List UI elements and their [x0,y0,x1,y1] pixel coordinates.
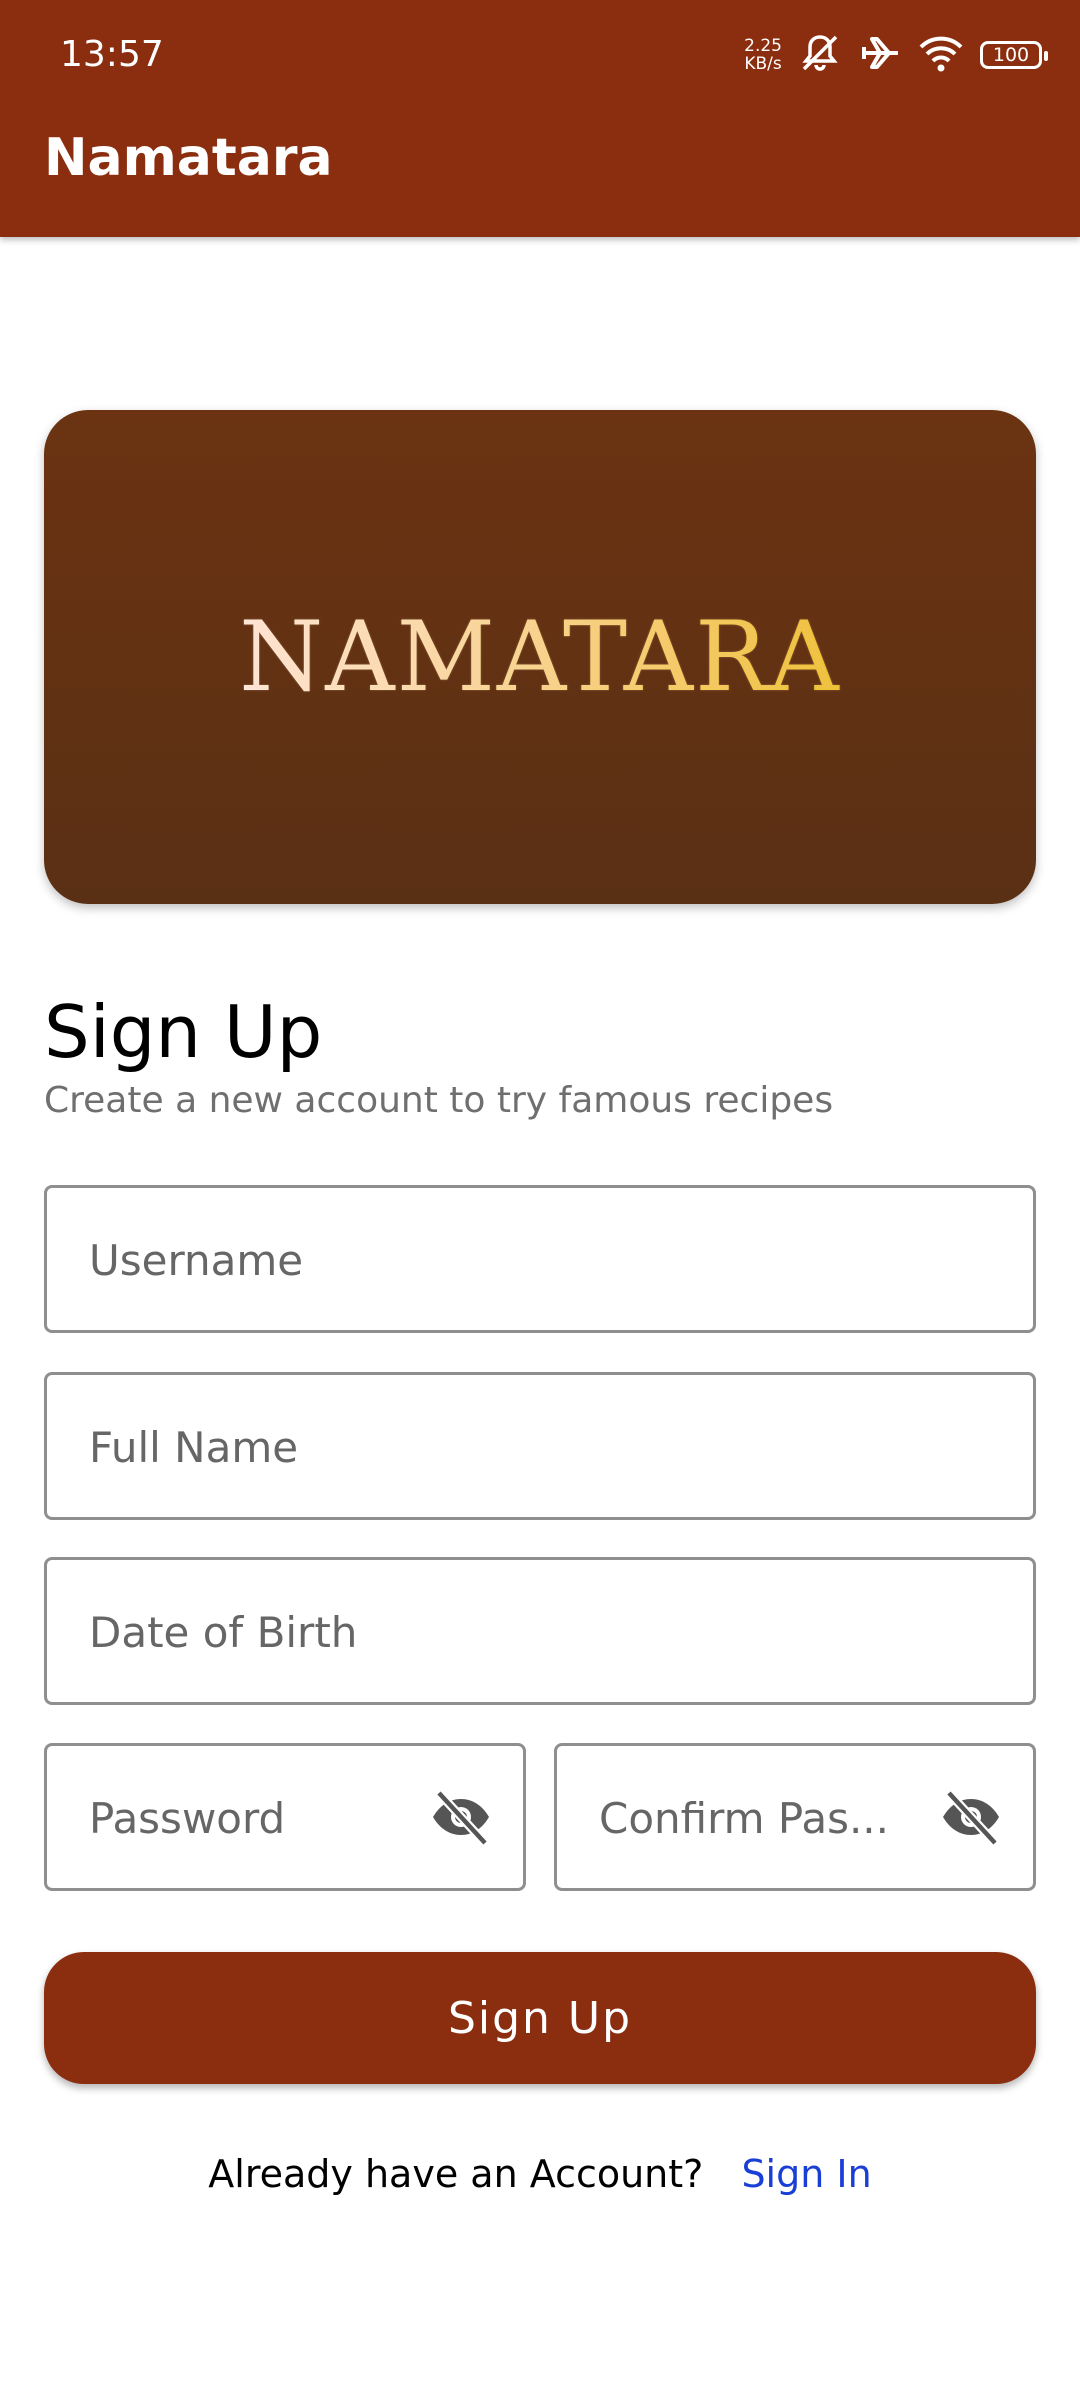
battery-icon: 100 [980,41,1048,69]
username-input[interactable] [87,1188,991,1332]
password-input[interactable] [87,1746,421,1890]
signin-question: Already have an Account? [208,2152,704,2196]
confirm-password-input[interactable] [597,1746,931,1890]
sign-in-link[interactable]: Sign In [741,2152,871,2196]
page-subtitle: Create a new account to try famous recip… [44,1080,834,1121]
username-field [44,1185,1036,1333]
battery-level: 100 [992,44,1030,66]
visibility-off-icon[interactable] [429,1785,493,1849]
password-field [44,1743,526,1891]
net-speed-unit: KB/s [744,54,782,74]
dob-input[interactable] [87,1560,991,1704]
app-bar: 13:57 2.25 KB/s 100 Namatara [0,0,1080,237]
brand-banner: NAMATARA [44,410,1036,904]
mute-icon [798,33,842,78]
net-speed: 2.25 KB/s [744,37,782,73]
status-time: 13:57 [60,34,164,75]
fullname-input[interactable] [87,1375,991,1519]
sign-up-button[interactable]: Sign Up [44,1952,1036,2084]
confirm-password-field [554,1743,1036,1891]
fullname-field [44,1372,1036,1520]
app-title: Namatara [44,128,333,188]
wifi-icon [918,33,964,78]
page-title: Sign Up [44,990,323,1074]
status-bar: 13:57 2.25 KB/s 100 [0,0,1080,110]
signin-prompt: Already have an Account? Sign In [0,2152,1080,2196]
net-speed-value: 2.25 [744,36,782,56]
brand-logo: NAMATARA [239,601,841,713]
dob-field [44,1557,1036,1705]
visibility-off-icon[interactable] [939,1785,1003,1849]
status-icons: 2.25 KB/s 100 [744,30,1048,80]
airplane-icon [858,33,902,78]
